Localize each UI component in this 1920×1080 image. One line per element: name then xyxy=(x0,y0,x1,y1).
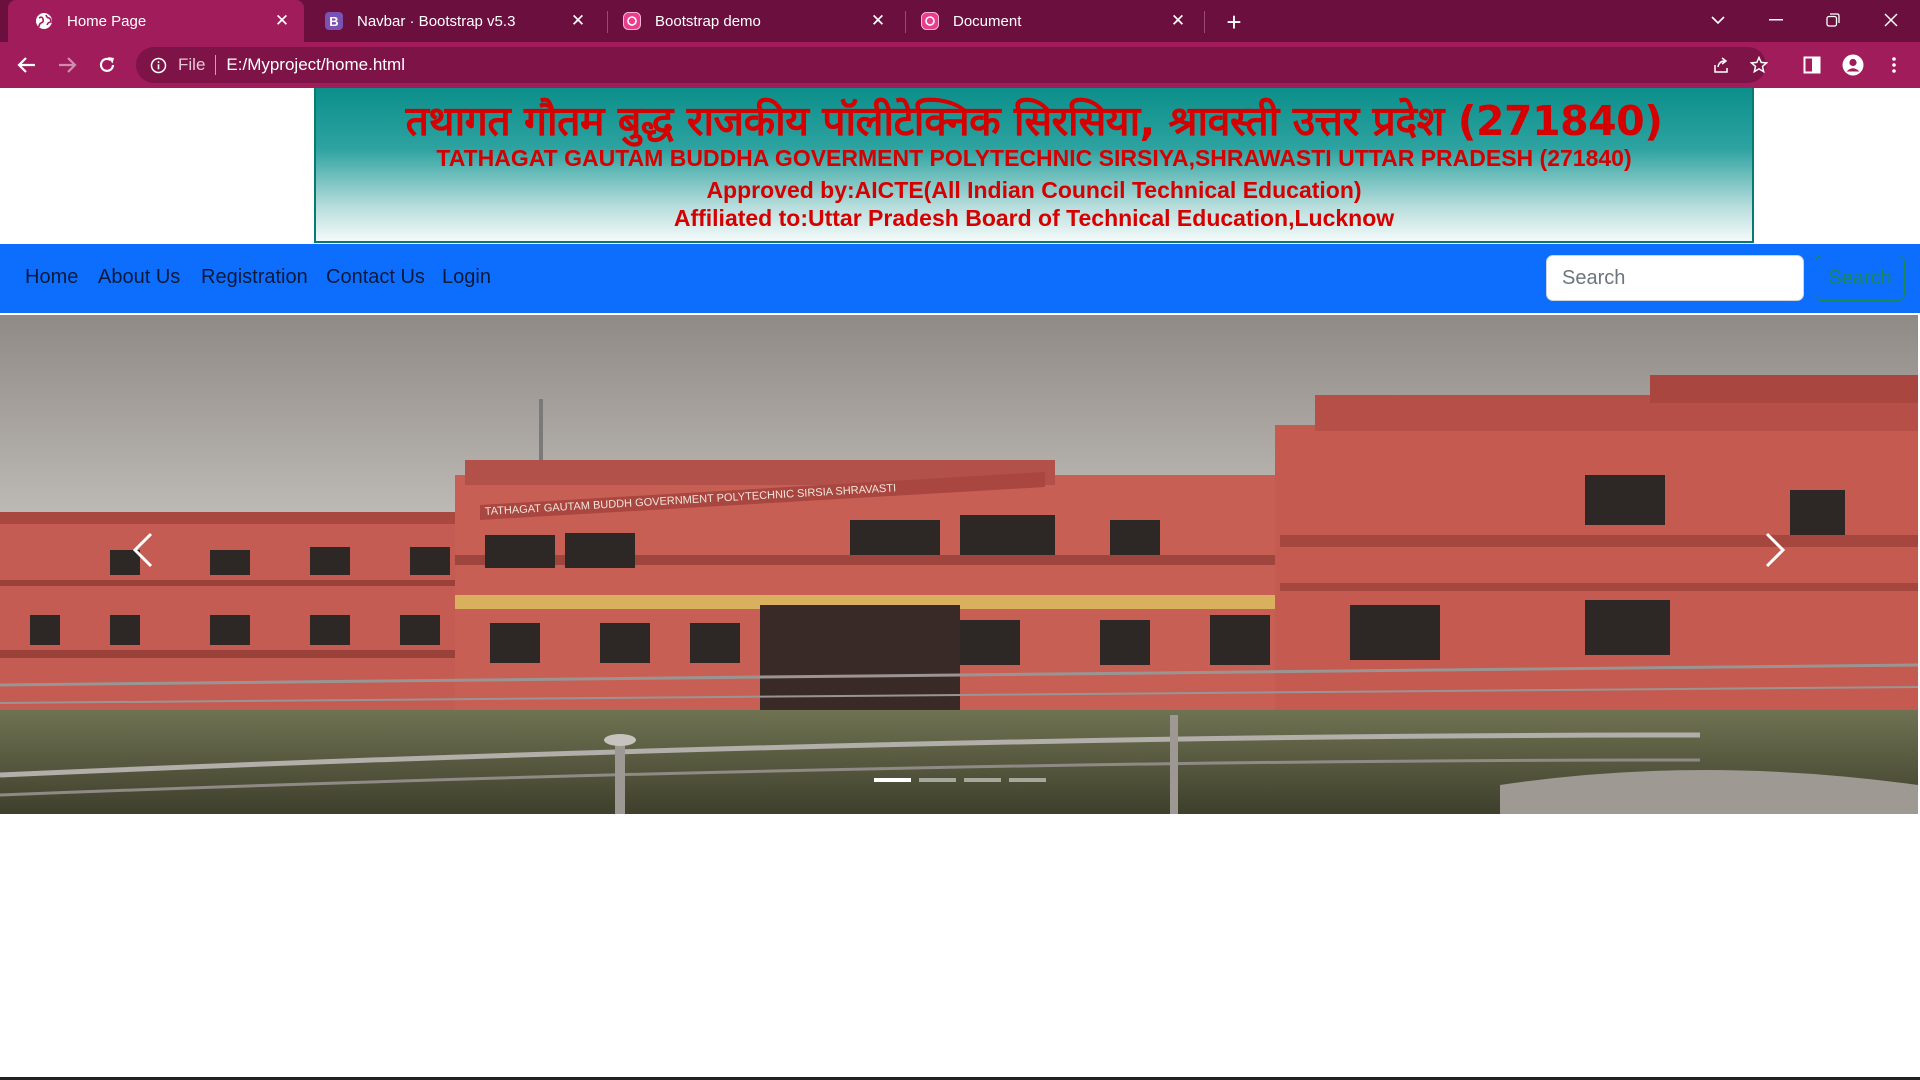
webpage-icon xyxy=(622,11,642,31)
college-header-banner: तथागत गौतम बुद्ध राजकीय पॉलीटेक्निक सिरस… xyxy=(314,88,1754,243)
banner-affiliated-text: Affiliated to:Uttar Pradesh Board of Tec… xyxy=(673,205,1395,231)
bootstrap-icon: B xyxy=(324,11,344,31)
close-tab-icon[interactable]: ✕ xyxy=(272,11,292,31)
carousel-indicators xyxy=(874,778,1046,782)
side-panel-icon[interactable] xyxy=(1796,49,1828,81)
info-icon[interactable] xyxy=(148,55,168,75)
bookmark-star-icon[interactable] xyxy=(1744,50,1774,80)
tab-search-chevron-icon[interactable] xyxy=(1700,4,1736,36)
close-tab-icon[interactable]: ✕ xyxy=(568,11,588,31)
tab-title: Bootstrap demo xyxy=(655,12,761,30)
tab-title: Home Page xyxy=(67,12,147,30)
tab-navbar-bootstrap[interactable]: B Navbar · Bootstrap v5.3 ✕ xyxy=(304,0,600,42)
tab-bootstrap-demo[interactable]: Bootstrap demo ✕ xyxy=(602,0,900,42)
carousel-indicator[interactable] xyxy=(874,778,911,782)
back-arrow-icon[interactable] xyxy=(11,49,43,81)
nav-link-about-us[interactable]: About Us xyxy=(98,266,180,289)
share-icon[interactable] xyxy=(1706,50,1736,80)
nav-link-registration[interactable]: Registration xyxy=(201,266,308,289)
tab-document[interactable]: Document ✕ xyxy=(900,0,1200,42)
browser-toolbar: File E:/Myproject/home.html xyxy=(0,42,1920,88)
carousel-next-chevron-icon[interactable] xyxy=(1745,520,1805,580)
tab-separator xyxy=(1204,11,1205,33)
browser-tab-strip: Home Page ✕ B Navbar · Bootstrap v5.3 ✕ … xyxy=(0,0,1920,42)
banner-english-title: TATHAGAT GAUTAM BUDDHA GOVERMENT POLYTEC… xyxy=(436,145,1632,171)
address-bar[interactable]: File E:/Myproject/home.html xyxy=(136,47,1768,83)
nav-link-home[interactable]: Home xyxy=(25,266,78,289)
globe-icon xyxy=(34,11,54,31)
url-text[interactable]: E:/Myproject/home.html xyxy=(226,55,405,75)
tab-title: Document xyxy=(953,12,1022,30)
close-tab-icon[interactable]: ✕ xyxy=(1168,11,1188,31)
forward-arrow-icon[interactable] xyxy=(51,49,83,81)
address-divider xyxy=(215,55,217,75)
carousel-indicator[interactable] xyxy=(919,778,956,782)
carousel-indicator[interactable] xyxy=(1009,778,1046,782)
minimize-icon[interactable] xyxy=(1758,4,1794,36)
main-navbar: Home About Us Registration Contact Us Lo… xyxy=(0,244,1920,313)
tab-home-page[interactable]: Home Page ✕ xyxy=(8,0,304,42)
nav-link-contact-us[interactable]: Contact Us xyxy=(326,266,425,289)
profile-avatar-icon[interactable] xyxy=(1837,49,1869,81)
image-carousel: TATHAGAT GAUTAM BUDDH GOVERNMENT POLYTEC… xyxy=(0,315,1918,814)
new-tab-plus-icon[interactable]: + xyxy=(1220,7,1248,37)
campus-building-photo: TATHAGAT GAUTAM BUDDH GOVERNMENT POLYTEC… xyxy=(0,315,1918,814)
close-window-icon[interactable] xyxy=(1873,4,1909,36)
banner-hindi-title: तथागत गौतम बुद्ध राजकीय पॉलीटेक्निक सिरस… xyxy=(405,97,1663,145)
scheme-label: File xyxy=(178,55,206,74)
search-input[interactable] xyxy=(1546,255,1804,301)
banner-approved-text: Approved by:AICTE(All Indian Council Tec… xyxy=(706,177,1362,203)
carousel-indicator[interactable] xyxy=(964,778,1001,782)
nav-link-login[interactable]: Login xyxy=(442,266,491,289)
tab-title: Navbar · Bootstrap v5.3 xyxy=(357,12,516,30)
menu-kebab-icon[interactable] xyxy=(1878,49,1910,81)
restore-icon[interactable] xyxy=(1815,4,1851,36)
webpage-icon xyxy=(920,11,940,31)
carousel-prev-chevron-icon[interactable] xyxy=(113,520,173,580)
svg-text:B: B xyxy=(329,14,338,29)
close-tab-icon[interactable]: ✕ xyxy=(868,11,888,31)
reload-icon[interactable] xyxy=(91,49,123,81)
search-button[interactable]: Search xyxy=(1815,255,1905,301)
